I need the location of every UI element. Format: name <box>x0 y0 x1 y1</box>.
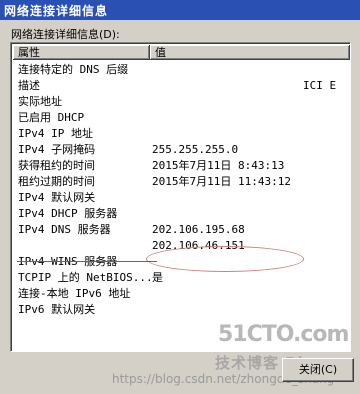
window-title: 网络连接详细信息 <box>4 4 109 18</box>
property-cell: IPv6 默认网关 <box>18 303 96 316</box>
table-row[interactable]: 实际地址 <box>13 94 349 110</box>
table-row[interactable]: IPv4 DHCP 服务器 <box>13 206 349 222</box>
highlight-ellipse <box>146 246 304 272</box>
watermark-logo: 51CTO.com <box>218 322 349 347</box>
value-cell: ICI E <box>303 79 337 92</box>
property-cell: 已启用 DHCP <box>18 111 85 124</box>
property-cell: IPv4 WINS 服务器 <box>18 255 118 268</box>
property-cell: IPv4 DHCP 服务器 <box>18 207 118 220</box>
table-row[interactable]: TCPIP 上的 NetBIOS... 是 <box>13 270 349 286</box>
value-cell: 202.106.195.68 <box>152 223 245 236</box>
column-header-property[interactable]: 属性 <box>13 45 150 60</box>
value-cell: 2015年7月11日 11:43:12 <box>152 175 291 188</box>
value-cell: 2015年7月11日 8:43:13 <box>152 159 285 172</box>
column-header-value[interactable]: 值 <box>150 45 350 60</box>
table-row[interactable]: IPv4 子网掩码 255.255.255.0 <box>13 142 349 158</box>
table-row[interactable]: IPv6 默认网关 <box>13 302 349 318</box>
property-cell: 租约过期的时间 <box>18 175 95 188</box>
details-listview[interactable]: 属性 值 连接特定的 DNS 后缀 描述 ICI E 实际地址 已启用 DHCP … <box>10 42 351 352</box>
property-cell: 连接-本地 IPv6 地址 <box>18 287 131 300</box>
table-row[interactable]: IPv4 IP 地址 <box>13 126 349 142</box>
table-row[interactable]: IPv4 默认网关 <box>13 190 349 206</box>
close-button[interactable]: 关闭(C) <box>282 358 354 382</box>
details-list-label: 网络连接详细信息(D): <box>11 28 120 41</box>
value-cell: 255.255.255.0 <box>152 143 239 156</box>
property-cell: IPv4 子网掩码 <box>18 143 96 156</box>
property-cell: 描述 <box>18 79 40 92</box>
list-header: 属性 值 <box>13 45 350 61</box>
property-cell: IPv4 IP 地址 <box>18 127 93 140</box>
table-row-dns[interactable]: IPv4 DNS 服务器 202.106.195.68 <box>13 222 349 238</box>
table-row[interactable]: 已启用 DHCP <box>13 110 349 126</box>
table-row[interactable]: 获得租约的时间 2015年7月11日 8:43:13 <box>13 158 349 174</box>
table-row[interactable]: 连接-本地 IPv6 地址 <box>13 286 349 302</box>
value-cell: 是 <box>152 271 163 284</box>
property-cell: 实际地址 <box>18 95 62 108</box>
title-bar: 网络连接详细信息 <box>0 0 360 20</box>
highlight-underline <box>17 261 157 262</box>
table-row[interactable]: 连接特定的 DNS 后缀 <box>13 62 349 78</box>
details-rows: 连接特定的 DNS 后缀 描述 ICI E 实际地址 已启用 DHCP IPv4 … <box>13 62 349 318</box>
property-cell: TCPIP 上的 NetBIOS... <box>18 271 153 284</box>
table-row[interactable]: 描述 ICI E <box>13 78 349 94</box>
property-cell: 连接特定的 DNS 后缀 <box>18 63 129 76</box>
property-cell: IPv4 DNS 服务器 <box>18 223 111 236</box>
property-cell: IPv4 默认网关 <box>18 191 96 204</box>
property-cell: 获得租约的时间 <box>18 159 95 172</box>
table-row[interactable]: 租约过期的时间 2015年7月11日 11:43:12 <box>13 174 349 190</box>
